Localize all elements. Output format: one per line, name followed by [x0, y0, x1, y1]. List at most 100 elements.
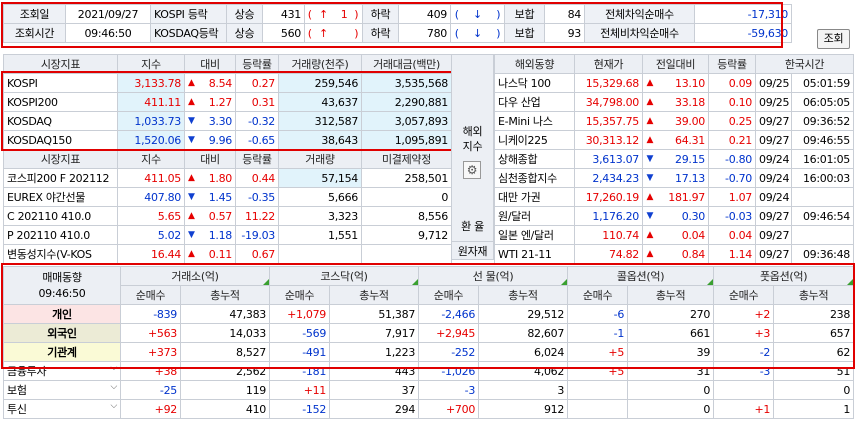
chevron-down-icon[interactable]: ⌵ — [110, 363, 117, 373]
up-triangle-icon: ▲ — [184, 206, 198, 226]
label-rise: 상승 — [226, 23, 263, 43]
index-row[interactable]: KOSPI 3,133.78 ▲ 8.54 0.27 259,546 3,535,568 — [3, 73, 453, 93]
index-row[interactable]: KOSPI200 411.11 ▲ 1.27 0.31 43,637 2,290,881 — [3, 92, 453, 112]
group-exchange: 거래소(억) — [119, 266, 271, 286]
total-value: 119 — [179, 380, 271, 400]
overseas-name[interactable]: 상해종합 — [494, 149, 575, 169]
derivative-name[interactable]: 코스피200 F 202112 — [3, 168, 118, 188]
col-rate: 등락률 — [235, 54, 280, 74]
overseas-change: 39.00 — [656, 111, 709, 131]
col-index: 지수 — [117, 149, 185, 169]
raw-material-tab[interactable]: 원자재 — [452, 241, 493, 260]
overseas-row[interactable]: 심천종합지수 2,434.23 ▼ 17.13 -0.70 09/24 16:00:03 — [494, 168, 854, 188]
investor-type[interactable]: 외국인 — [3, 323, 121, 343]
net-buy-value: -25 — [120, 380, 181, 400]
overseas-row[interactable]: 대만 가권 17,260.19 ▲ 181.97 1.07 09/24 — [494, 187, 854, 207]
investor-row[interactable]: 투신 ⌵ +92 410 -152 294 +700 912 0 +1 1 — [3, 399, 855, 419]
index-name[interactable]: KOSPI200 — [3, 92, 118, 112]
overseas-row[interactable]: 나스닥 100 15,329.68 ▲ 13.10 0.09 09/25 05:01:59 — [494, 73, 854, 93]
derivative-name[interactable]: 변동성지수(V-KOS — [3, 244, 118, 264]
investor-type[interactable]: 금융투자 ⌵ — [3, 361, 121, 381]
total-value: 62 — [773, 342, 855, 362]
investor-type[interactable]: 개인 — [3, 304, 121, 324]
overseas-price: 17,260.19 — [574, 187, 643, 207]
index-row[interactable]: KOSDAQ150 1,520.06 ▼ 9.96 -0.65 38,643 1,095,8… — [3, 130, 453, 150]
index-volume: 38,643 — [278, 130, 363, 150]
index-table: 시장지표 지수 대비 등락률 거래량(천주) 거래대금(백만) KOSPI 3,1… — [3, 54, 453, 264]
index-name[interactable]: KOSDAQ — [3, 111, 118, 131]
overseas-name[interactable]: 다우 산업 — [494, 92, 575, 112]
overseas-name[interactable]: 나스닥 100 — [494, 73, 575, 93]
investor-type-label: 보험 — [7, 384, 27, 397]
investor-row[interactable]: 외국인 +563 14,033 -569 7,917 +2,945 82,607 -1 661 +… — [3, 323, 855, 343]
investor-sub-header: 순매수 총누적 순매수 총누적 순매수 총누적 순매수 총누적 순매수 총누적 — [4, 285, 855, 305]
settings-gear-icon[interactable]: ⚙ — [463, 161, 481, 179]
total-value: 51 — [773, 361, 855, 381]
net-buy-value: -1 — [567, 323, 629, 343]
down-triangle-icon: ▼ — [184, 187, 198, 207]
total-value: 661 — [627, 323, 715, 343]
overseas-name[interactable]: WTI 21-11 — [494, 244, 575, 264]
derivative-row[interactable]: 변동성지수(V-KOS 16.44 ▲ 0.11 0.67 — [3, 244, 453, 264]
overseas-price: 15,329.68 — [574, 73, 643, 93]
overseas-name[interactable]: E-Mini 나스 — [494, 111, 575, 131]
total-value: 912 — [478, 399, 569, 419]
overseas-date: 09/25 — [755, 73, 792, 93]
derivative-open-interest: 258,501 — [361, 168, 453, 188]
derivative-row[interactable]: EUREX 야간선물 407.80 ▼ 1.45 -0.35 5,666 0 — [3, 187, 453, 207]
exchange-rate-tab[interactable]: 환 율 — [452, 217, 493, 237]
total-value: 0 — [627, 399, 715, 419]
total-value: 1 — [773, 399, 855, 419]
index-header-2: 시장지표 지수 대비 등락률 거래량 미결제약정 — [3, 149, 453, 169]
up-triangle-icon: ▲ — [642, 244, 657, 264]
investor-type[interactable]: 보험 ⌵ — [3, 380, 121, 400]
derivative-name[interactable]: EUREX 야간선물 — [3, 187, 118, 207]
investor-type[interactable]: 투신 ⌵ — [3, 399, 121, 419]
overseas-index-tab[interactable]: 해외지수 — [456, 124, 489, 154]
investor-row[interactable]: 기관계 +373 8,527 -491 1,223 -252 6,024 +5 39 -2 62 — [3, 342, 855, 362]
derivative-open-interest: 0 — [361, 187, 453, 207]
net-buy-value — [567, 380, 629, 400]
index-name[interactable]: KOSPI — [3, 73, 118, 93]
index-volume: 312,587 — [278, 111, 363, 131]
index-row[interactable]: KOSDAQ 1,033.73 ▼ 3.30 -0.32 312,587 3,057,893 — [3, 111, 453, 131]
overseas-name[interactable]: 원/달러 — [494, 206, 575, 226]
index-name[interactable]: KOSDAQ150 — [3, 130, 118, 150]
index-amount: 3,057,893 — [361, 111, 453, 131]
derivative-volume: 5,666 — [278, 187, 363, 207]
query-time-value[interactable]: 09:46:50 — [65, 23, 151, 43]
investor-row[interactable]: 개인 -839 47,383 +1,079 51,387 -2,466 29,512 -6 27… — [3, 304, 855, 324]
query-button[interactable]: 조회 — [817, 29, 850, 49]
overseas-row[interactable]: E-Mini 나스 15,357.75 ▲ 39.00 0.25 09/27 09:36:5… — [494, 111, 854, 131]
net-buy-value: -3 — [418, 380, 480, 400]
query-date-value[interactable]: 2021/09/27 — [65, 4, 151, 24]
overseas-row[interactable]: WTI 21-11 74.82 ▲ 0.84 1.14 09/27 09:36:48 — [494, 244, 854, 264]
overseas-row[interactable]: 니케이225 30,313.12 ▲ 64.31 0.21 09/27 09:46:55 — [494, 130, 854, 150]
investor-type[interactable]: 기관계 — [3, 342, 121, 362]
derivative-row[interactable]: C 202110 410.0 5.65 ▲ 0.57 11.22 3,323 8,556 — [3, 206, 453, 226]
total-value: 4,062 — [478, 361, 569, 381]
chevron-down-icon[interactable]: ⌵ — [110, 401, 117, 411]
derivative-rate: -19.03 — [235, 225, 280, 245]
overseas-header: 해외동향 현재가 전일대비 등락률 한국시간 — [494, 54, 854, 74]
derivative-name[interactable]: C 202110 410.0 — [3, 206, 118, 226]
kospi-fall-count: 409 — [398, 4, 451, 24]
investor-row[interactable]: 금융투자 ⌵ +38 2,562 -181 443 -1,026 4,062 +5 31 -3 51 — [3, 361, 855, 381]
overseas-price: 2,434.23 — [574, 168, 643, 188]
investor-row[interactable]: 보험 ⌵ -25 119 +11 37 -3 3 0 0 — [3, 380, 855, 400]
overseas-row[interactable]: 다우 산업 34,798.00 ▲ 33.18 0.10 09/25 06:05:05 — [494, 92, 854, 112]
overseas-row[interactable]: 원/달러 1,176.20 ▼ 0.30 -0.03 09/27 09:46:54 — [494, 206, 854, 226]
chevron-down-icon[interactable]: ⌵ — [110, 382, 117, 392]
overseas-name[interactable]: 니케이225 — [494, 130, 575, 150]
overseas-name[interactable]: 대만 가권 — [494, 187, 575, 207]
overseas-name[interactable]: 심천종합지수 — [494, 168, 575, 188]
kosdaq-rise-count: 560 — [262, 23, 305, 43]
overseas-row[interactable]: 일본 엔/달러 110.74 ▲ 0.04 0.04 09/27 — [494, 225, 854, 245]
overseas-name[interactable]: 일본 엔/달러 — [494, 225, 575, 245]
derivative-change: 1.45 — [197, 187, 237, 207]
derivative-rate: 0.67 — [235, 244, 280, 264]
overseas-row[interactable]: 상해종합 3,613.07 ▼ 29.15 -0.80 09/24 16:01:05 — [494, 149, 854, 169]
derivative-row[interactable]: 코스피200 F 202112 411.05 ▲ 1.80 0.44 57,154 258,… — [3, 168, 453, 188]
derivative-name[interactable]: P 202110 410.0 — [3, 225, 118, 245]
derivative-row[interactable]: P 202110 410.0 5.02 ▼ 1.18 -19.03 1,551 9,712 — [3, 225, 453, 245]
